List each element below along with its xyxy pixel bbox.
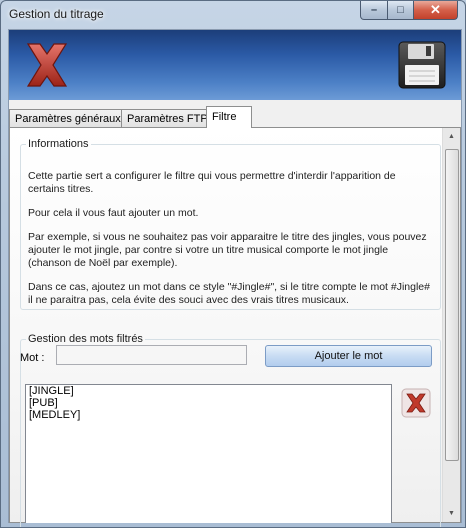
add-word-button[interactable]: Ajouter le mot [265, 345, 432, 367]
minimize-icon: – [370, 4, 378, 16]
tab-parametres-ftp[interactable]: Paramètres FTP [121, 109, 213, 128]
info-paragraph: Dans ce cas, ajoutez un mot dans ce styl… [28, 281, 430, 306]
panel-content: Informations Cette partie sert a configu… [10, 128, 442, 527]
delete-x-icon [401, 388, 431, 418]
mot-label: Mot : [20, 352, 45, 364]
toolbar [9, 30, 461, 100]
maximize-button[interactable]: □ [388, 1, 414, 20]
cancel-button[interactable] [20, 38, 74, 92]
client-area: Paramètres généraux Paramètres FTP Filtr… [8, 29, 462, 527]
arrow-down-icon: ▼ [448, 510, 455, 517]
tab-strip: Paramètres généraux Paramètres FTP Filtr… [9, 106, 461, 128]
caption-buttons: – □ ✕ [360, 1, 458, 20]
scroll-down-button[interactable]: ▼ [443, 505, 460, 522]
close-button[interactable]: ✕ [414, 1, 458, 20]
list-item[interactable]: [JINGLE] [26, 385, 391, 397]
tab-filtre[interactable]: Filtre [206, 106, 252, 128]
scrollbar-thumb[interactable] [445, 149, 459, 461]
minimize-button[interactable]: – [360, 1, 388, 20]
info-paragraph: Cette partie sert a configurer le filtre… [28, 170, 396, 195]
arrow-up-icon: ▲ [448, 133, 455, 140]
save-button[interactable] [395, 38, 449, 92]
window-title: Gestion du titrage [9, 7, 104, 21]
informations-group: Informations Cette partie sert a configu… [20, 138, 441, 310]
info-paragraph: Pour cela il vous faut ajouter un mot. [28, 207, 199, 219]
delete-word-button[interactable] [401, 388, 431, 418]
filtered-words-list[interactable]: [JINGLE] [PUB] [MEDLEY] [25, 384, 392, 523]
informations-legend: Informations [28, 138, 89, 150]
app-window: Gestion du titrage – □ ✕ Paramètres géné… [0, 0, 466, 528]
red-x-icon [26, 43, 68, 87]
vertical-scrollbar[interactable]: ▲ ▼ [442, 128, 460, 522]
scroll-up-button[interactable]: ▲ [443, 128, 460, 145]
list-item[interactable]: [MEDLEY] [26, 409, 391, 421]
mot-input[interactable] [56, 345, 247, 365]
tab-panel-filtre: Informations Cette partie sert a configu… [9, 127, 461, 527]
floppy-disk-icon [398, 41, 446, 89]
info-paragraph: Par exemple, si vous ne souhaitez pas vo… [28, 231, 427, 269]
list-item[interactable]: [PUB] [26, 397, 391, 409]
close-icon: ✕ [430, 2, 441, 17]
gestion-legend: Gestion des mots filtrés [28, 333, 143, 345]
title-bar[interactable]: Gestion du titrage – □ ✕ [1, 1, 465, 28]
tab-parametres-generaux[interactable]: Paramètres généraux [9, 109, 125, 128]
maximize-icon: □ [397, 4, 404, 16]
informations-text: Cette partie sert a configurer le filtre… [28, 170, 433, 318]
